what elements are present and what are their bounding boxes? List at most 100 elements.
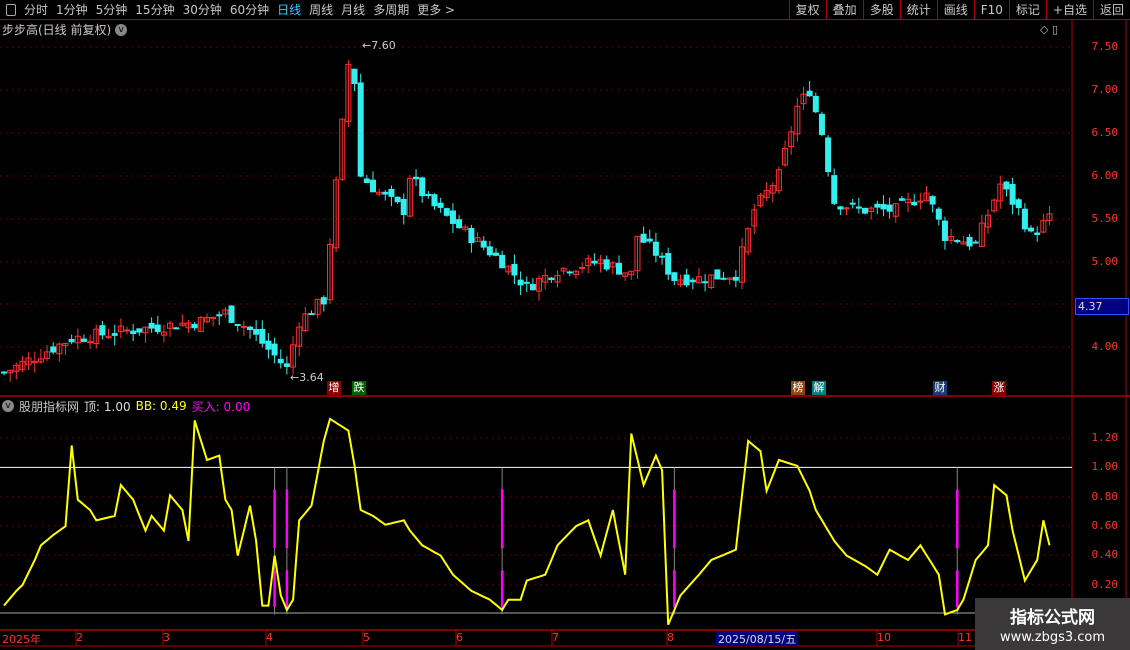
- candle-body: [812, 95, 819, 113]
- candle-body: [493, 252, 499, 256]
- candle-body: [517, 279, 524, 286]
- cursor-date: 2025/08/15/五: [716, 631, 799, 646]
- candle-body: [935, 208, 942, 220]
- date-tick: 4: [266, 631, 273, 644]
- price-tick: 7.00: [1091, 83, 1119, 96]
- event-badge[interactable]: 解: [812, 381, 826, 395]
- chart-canvas[interactable]: [0, 0, 1130, 650]
- candle-body: [548, 277, 555, 281]
- candle-body: [972, 241, 979, 244]
- candle-body: [456, 219, 463, 229]
- candle-body: [837, 206, 844, 210]
- candle-body: [566, 271, 573, 274]
- candle-body: [855, 206, 862, 209]
- candle-body: [640, 233, 647, 243]
- indicator-name: 股朋指标网: [19, 399, 80, 414]
- indicator-tick: 0.40: [1091, 548, 1119, 561]
- candle-body: [603, 259, 610, 270]
- candle-body: [529, 283, 536, 291]
- candle-body: [929, 196, 936, 205]
- candle-body: [1, 371, 7, 374]
- price-tag: 4.37: [1075, 298, 1129, 315]
- price-tick: 5.50: [1091, 212, 1119, 225]
- candle-body: [388, 188, 395, 197]
- candle-body: [1003, 181, 1010, 190]
- watermark-url: www.zbgs3.com: [999, 630, 1106, 645]
- candle-body: [825, 137, 832, 173]
- candle-body: [259, 328, 266, 344]
- candle-body: [320, 297, 327, 305]
- high-label: ←7.60: [362, 39, 396, 52]
- candle-body: [966, 236, 973, 247]
- candle-body: [419, 177, 426, 197]
- candle-body: [443, 208, 450, 216]
- candle-body: [831, 175, 838, 204]
- candle-body: [579, 266, 586, 269]
- candle-body: [431, 194, 438, 207]
- candle-body: [247, 326, 253, 330]
- candle-body: [154, 324, 161, 333]
- candle-body: [449, 210, 456, 224]
- indicator-tick: 1.00: [1091, 460, 1119, 473]
- candle-body: [732, 276, 739, 281]
- candle-body: [271, 343, 278, 356]
- candle-body: [499, 254, 506, 269]
- date-tick: 8: [667, 631, 674, 644]
- indicator-title: v 股朋指标网 顶: 1.00 BB: 0.49 买入: 0.00: [2, 397, 250, 415]
- candle-body: [308, 313, 315, 316]
- date-tick: 5: [363, 631, 370, 644]
- candle-body: [818, 113, 825, 136]
- candle-body: [806, 90, 813, 97]
- event-badge[interactable]: 增: [327, 381, 341, 395]
- candle-body: [99, 325, 106, 336]
- watermark-title: 指标公式网: [1010, 608, 1095, 628]
- bb-line: [3, 417, 1051, 626]
- event-badge[interactable]: 榜: [791, 381, 805, 395]
- candle-body: [148, 322, 155, 329]
- candle-body: [425, 193, 432, 196]
- candle-body: [849, 202, 856, 205]
- candle-body: [234, 323, 241, 326]
- candle-body: [671, 272, 678, 281]
- candle-body: [880, 204, 887, 210]
- candle-body: [911, 201, 918, 206]
- price-tick: 5.00: [1091, 255, 1119, 268]
- candle-body: [616, 262, 622, 275]
- candle-body: [216, 314, 223, 317]
- candle-body: [228, 305, 235, 323]
- candle-body: [265, 340, 272, 350]
- candle-body: [954, 239, 961, 243]
- candle-body: [394, 196, 401, 203]
- candle-body: [124, 329, 130, 332]
- date-tick: 10: [877, 631, 891, 644]
- candle-body: [370, 179, 376, 193]
- candle-body: [689, 279, 696, 283]
- indicator-tick: 0.60: [1091, 519, 1119, 532]
- candle-body: [874, 203, 881, 208]
- candle-body: [1021, 208, 1028, 230]
- candle-body: [898, 198, 905, 201]
- candle-body: [659, 255, 666, 258]
- event-badge[interactable]: 跌: [352, 381, 366, 395]
- candle-body: [523, 281, 530, 284]
- event-badge[interactable]: 涨: [992, 381, 1006, 395]
- indicator-tick: 0.80: [1091, 490, 1119, 503]
- candle-body: [191, 323, 198, 329]
- indicator-tick: 1.20: [1091, 431, 1119, 444]
- candle-body: [357, 82, 364, 177]
- candle-body: [511, 263, 518, 276]
- candle-body: [646, 238, 653, 242]
- price-tick: 7.50: [1091, 40, 1119, 53]
- candle-body: [80, 338, 87, 342]
- candle-body: [363, 178, 370, 184]
- price-tick: 4.00: [1091, 340, 1119, 353]
- candle-body: [683, 274, 690, 286]
- chevron-down-icon[interactable]: v: [2, 400, 14, 412]
- event-badge[interactable]: 财: [933, 381, 947, 395]
- date-tick: 7: [552, 631, 559, 644]
- candle-body: [886, 204, 893, 212]
- date-tick: 3: [163, 631, 170, 644]
- candle-body: [665, 253, 672, 275]
- candle-body: [862, 207, 868, 214]
- candle-body: [351, 68, 358, 85]
